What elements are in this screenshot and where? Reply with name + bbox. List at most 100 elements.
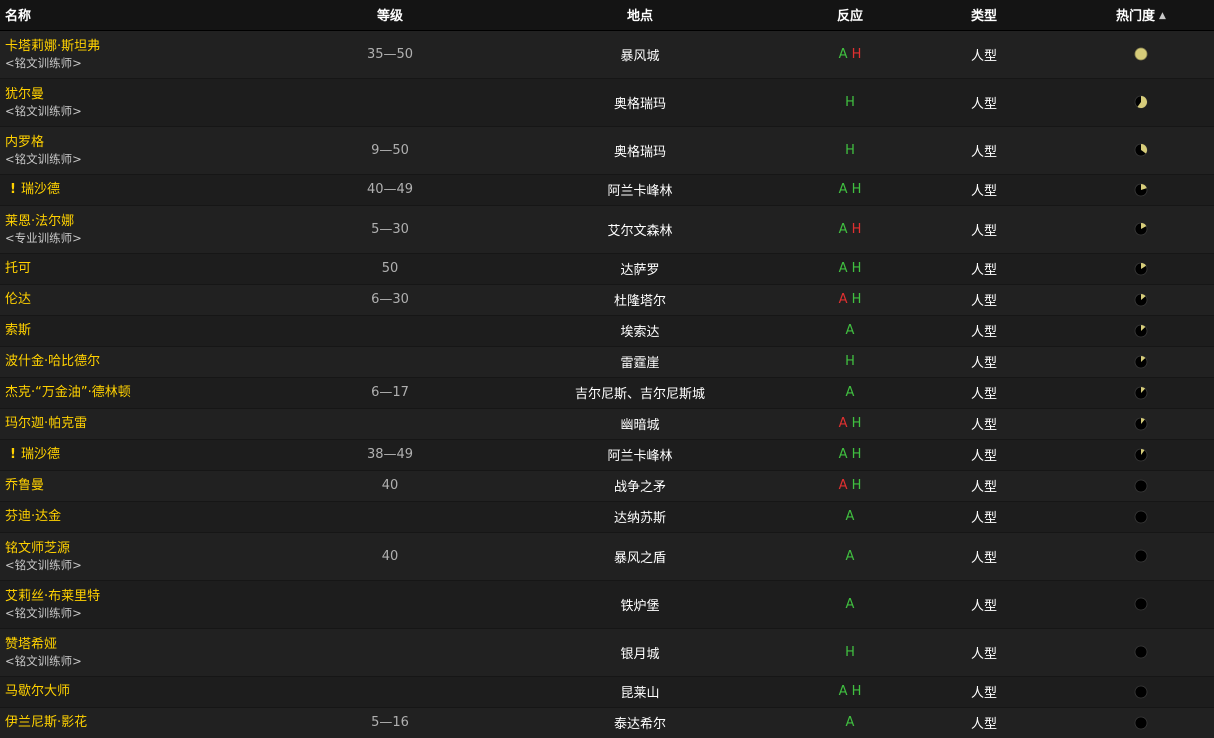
- npc-name-line: 杰克·“万金油”·德林顿: [5, 384, 300, 401]
- npc-name-link[interactable]: 马歇尔大师: [5, 684, 70, 699]
- cell-location[interactable]: 奥格瑞玛: [480, 77, 800, 126]
- table-row[interactable]: 玛尔迦·帕克雷 幽暗城 A H 人型: [0, 407, 1214, 439]
- cell-location[interactable]: 奥格瑞玛: [480, 125, 800, 174]
- cell-location[interactable]: 铁炉堡: [480, 579, 800, 628]
- cell-level: [300, 314, 480, 346]
- table-row[interactable]: ! 瑞沙德 38—49 阿兰卡峰林 A H 人型: [0, 438, 1214, 470]
- npc-name-link[interactable]: 芬迪·达金: [5, 509, 61, 524]
- column-header-popularity[interactable]: 热门度 ▲: [1068, 0, 1214, 31]
- table-row[interactable]: ! 瑞沙德 40—49 阿兰卡峰林 A H 人型: [0, 173, 1214, 205]
- cell-location[interactable]: 杜隆塔尔: [480, 283, 800, 315]
- react-indicator: A: [845, 509, 855, 524]
- cell-name: 芬迪·达金: [0, 500, 300, 532]
- cell-location[interactable]: 昆莱山: [480, 675, 800, 707]
- cell-location[interactable]: 艾尔文森林: [480, 204, 800, 253]
- npc-name-link[interactable]: 铭文师芝源: [5, 541, 70, 556]
- table-row[interactable]: 索斯 埃索达 A 人型: [0, 314, 1214, 346]
- table-row[interactable]: 赞塔希娅 <铭文训练师> 银月城 H 人型: [0, 627, 1214, 676]
- cell-location[interactable]: 达萨罗: [480, 252, 800, 284]
- npc-name-link[interactable]: 玛尔迦·帕克雷: [5, 416, 87, 431]
- cell-name: 铭文师芝源 <铭文训练师>: [0, 531, 300, 580]
- cell-location[interactable]: 埃索达: [480, 314, 800, 346]
- cell-level: [300, 77, 480, 126]
- npc-name-line: 索斯: [5, 322, 300, 339]
- npc-name-link[interactable]: 卡塔莉娜·斯坦弗: [5, 39, 100, 54]
- cell-react: A H: [800, 204, 900, 253]
- popularity-pie-icon: [1134, 510, 1148, 523]
- npc-name-link[interactable]: 艾莉丝·布莱里特: [5, 589, 100, 604]
- cell-react: A H: [800, 283, 900, 315]
- cell-popularity: [1068, 125, 1214, 174]
- npc-name-link[interactable]: 杰克·“万金油”·德林顿: [5, 385, 131, 400]
- popularity-pie-icon: [1134, 645, 1148, 659]
- popularity-pie-icon: [1134, 47, 1148, 61]
- table-row[interactable]: 莱恩·法尔娜 <专业训练师> 5—30 艾尔文森林 A H 人型: [0, 204, 1214, 253]
- table-row[interactable]: 犹尔曼 <铭文训练师> 奥格瑞玛 H 人型: [0, 77, 1214, 126]
- react-indicator: A: [845, 715, 855, 731]
- npc-name-link[interactable]: 托可: [5, 261, 31, 276]
- popularity-pie-icon: [1134, 549, 1148, 563]
- npc-name-link[interactable]: 波什金·哈比德尔: [5, 354, 100, 369]
- npc-name-link[interactable]: 赞塔希娅: [5, 637, 57, 652]
- table-row[interactable]: 芬迪·达金 达纳苏斯 A 人型: [0, 500, 1214, 532]
- table-row[interactable]: 伊兰尼斯·影花 5—16 泰达希尔 A 人型: [0, 706, 1214, 738]
- cell-location[interactable]: 银月城: [480, 627, 800, 676]
- npc-name-line: 艾莉丝·布莱里特: [5, 588, 300, 605]
- npc-name-link[interactable]: 犹尔曼: [5, 87, 44, 102]
- cell-location[interactable]: 达纳苏斯: [480, 500, 800, 532]
- cell-react: H: [800, 77, 900, 126]
- cell-location[interactable]: 阿兰卡峰林: [480, 173, 800, 205]
- npc-subtitle: <铭文训练师>: [5, 653, 82, 668]
- table-row[interactable]: 托可 50 达萨罗 A H 人型: [0, 252, 1214, 284]
- npc-subtitle: <铭文训练师>: [5, 103, 82, 118]
- react-indicator: A: [838, 221, 848, 237]
- column-header-type[interactable]: 类型: [900, 0, 1068, 31]
- npc-name-link[interactable]: 瑞沙德: [21, 182, 60, 197]
- npc-name-link[interactable]: 内罗格: [5, 135, 44, 150]
- table-row[interactable]: 杰克·“万金油”·德林顿 6—17 吉尔尼斯、吉尔尼斯城 A 人型: [0, 376, 1214, 408]
- table-row[interactable]: 马歇尔大师 昆莱山 A H 人型: [0, 675, 1214, 707]
- cell-name: 内罗格 <铭文训练师>: [0, 125, 300, 174]
- cell-popularity: [1068, 283, 1214, 315]
- popularity-pie-icon: [1134, 355, 1148, 368]
- cell-location[interactable]: 雷霆崖: [480, 345, 800, 377]
- column-header-location[interactable]: 地点: [480, 0, 800, 31]
- table-row[interactable]: 艾莉丝·布莱里特 <铭文训练师> 铁炉堡 A 人型: [0, 579, 1214, 628]
- cell-react: A H: [800, 469, 900, 501]
- cell-name: ! 瑞沙德: [0, 438, 300, 470]
- quest-exclamation-icon: !: [10, 182, 16, 197]
- npc-name-link[interactable]: 莱恩·法尔娜: [5, 214, 74, 229]
- cell-react: A H: [800, 407, 900, 439]
- npc-name-link[interactable]: 伦达: [5, 292, 31, 307]
- cell-location[interactable]: 暴风城: [480, 29, 800, 78]
- npc-name-link[interactable]: 索斯: [5, 323, 31, 338]
- cell-type: 人型: [900, 125, 1068, 174]
- cell-level: [300, 345, 480, 377]
- cell-location[interactable]: 战争之矛: [480, 469, 800, 501]
- npc-name-link[interactable]: 乔鲁曼: [5, 478, 44, 493]
- react-indicator: A: [845, 548, 855, 564]
- cell-level: [300, 500, 480, 532]
- table-row[interactable]: 波什金·哈比德尔 雷霆崖 H 人型: [0, 345, 1214, 377]
- npc-subtitle: <专业训练师>: [5, 230, 82, 245]
- column-header-react[interactable]: 反应: [800, 0, 900, 31]
- cell-location[interactable]: 暴风之盾: [480, 531, 800, 580]
- column-header-level[interactable]: 等级: [300, 0, 480, 31]
- cell-popularity: [1068, 627, 1214, 676]
- cell-location[interactable]: 阿兰卡峰林: [480, 438, 800, 470]
- cell-location[interactable]: 幽暗城: [480, 407, 800, 439]
- cell-location[interactable]: 泰达希尔: [480, 706, 800, 738]
- cell-name: 索斯: [0, 314, 300, 346]
- popularity-pie-icon: [1134, 597, 1148, 611]
- npc-name-link[interactable]: 瑞沙德: [21, 447, 60, 462]
- table-row[interactable]: 卡塔莉娜·斯坦弗 <铭文训练师> 35—50 暴风城 A H 人型: [0, 29, 1214, 78]
- table-row[interactable]: 乔鲁曼 40 战争之矛 A H 人型: [0, 469, 1214, 501]
- table-row[interactable]: 内罗格 <铭文训练师> 9—50 奥格瑞玛 H 人型: [0, 125, 1214, 174]
- popularity-pie-icon: [1134, 293, 1148, 306]
- cell-react: A H: [800, 252, 900, 284]
- table-row[interactable]: 铭文师芝源 <铭文训练师> 40 暴风之盾 A 人型: [0, 531, 1214, 580]
- column-header-name[interactable]: 名称: [0, 0, 300, 31]
- npc-name-link[interactable]: 伊兰尼斯·影花: [5, 715, 87, 730]
- cell-location[interactable]: 吉尔尼斯、吉尔尼斯城: [480, 376, 800, 408]
- table-row[interactable]: 伦达 6—30 杜隆塔尔 A H 人型: [0, 283, 1214, 315]
